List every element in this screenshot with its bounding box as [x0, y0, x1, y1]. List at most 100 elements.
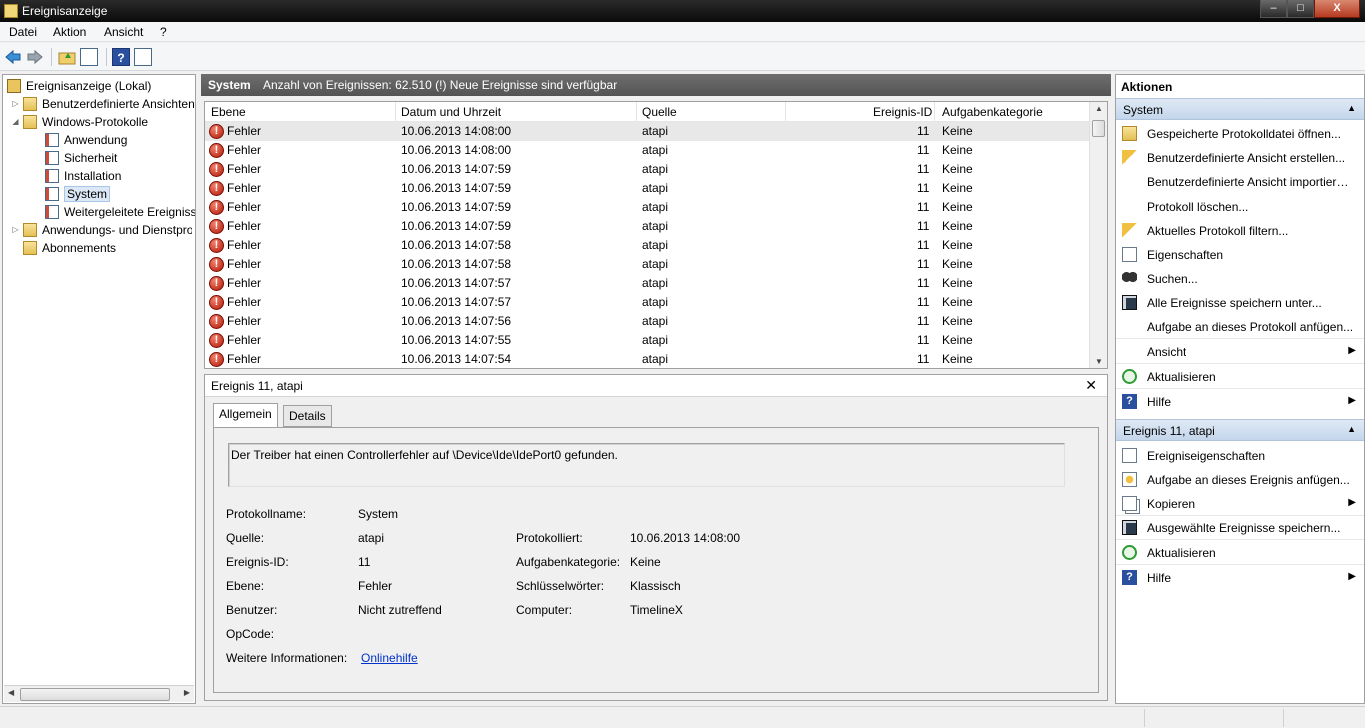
table-row[interactable]: ! Fehler 10.06.2013 14:07:56 atapi 11 Keine — [205, 312, 1089, 331]
menu-help[interactable]: ? — [160, 25, 167, 39]
action-import-custom-view[interactable]: Benutzerdefinierte Ansicht importieren..… — [1116, 170, 1364, 194]
action-properties[interactable]: Eigenschaften — [1116, 243, 1364, 267]
cell-date: 10.06.2013 14:07:59 — [401, 162, 512, 176]
tree-item-windows-logs[interactable]: ◢ Windows-Protokolle — [11, 113, 148, 130]
properties-icon — [1122, 247, 1137, 262]
folder-icon — [23, 96, 37, 111]
scroll-left-arrow-icon[interactable]: ◀ — [8, 688, 14, 697]
table-row[interactable]: ! Fehler 10.06.2013 14:07:57 atapi 11 Keine — [205, 293, 1089, 312]
scrollbar-thumb[interactable] — [1092, 120, 1105, 137]
action-label: Hilfe — [1147, 571, 1172, 585]
cell-source: atapi — [642, 219, 669, 233]
minimize-button[interactable]: – — [1260, 0, 1287, 18]
column-source[interactable]: Quelle — [642, 105, 677, 119]
toolbar-separator — [106, 48, 107, 66]
action-copy[interactable]: Kopieren ▶ — [1116, 492, 1364, 516]
event-list-vertical-scrollbar[interactable]: ▲ ▼ — [1089, 102, 1107, 368]
label-source: Quelle: — [226, 531, 265, 545]
scrollbar-thumb[interactable] — [20, 688, 170, 701]
cell-task-category: Keine — [942, 238, 973, 252]
cell-event-id: 11 — [917, 219, 930, 233]
table-row[interactable]: ! Fehler 10.06.2013 14:08:00 atapi 11 Keine — [205, 122, 1089, 141]
column-event-id[interactable]: Ereignis-ID — [873, 105, 932, 119]
action-open-saved-log[interactable]: Gespeicherte Protokolldatei öffnen... — [1116, 122, 1364, 146]
tree-label-selected: System — [64, 185, 111, 202]
action-filter-current-log[interactable]: Aktuelles Protokoll filtern... — [1116, 219, 1364, 243]
action-label: Hilfe — [1147, 395, 1172, 409]
tree-horizontal-scrollbar[interactable]: ◀ ▶ — [4, 685, 194, 702]
collapse-arrow-icon[interactable]: ◢ — [11, 117, 20, 126]
action-refresh[interactable]: Aktualisieren — [1116, 365, 1364, 389]
column-date[interactable]: Datum und Uhrzeit — [401, 105, 501, 119]
tree-item-application[interactable]: Anwendung — [45, 131, 127, 148]
action-help[interactable]: ? Hilfe ▶ — [1116, 566, 1364, 590]
action-attach-task-to-event[interactable]: Aufgabe an dieses Ereignis anfügen... — [1116, 468, 1364, 492]
forward-arrow-icon[interactable] — [26, 48, 44, 66]
action-save-all-events[interactable]: Alle Ereignisse speichern unter... — [1116, 291, 1364, 315]
table-row[interactable]: ! Fehler 10.06.2013 14:07:54 atapi 11 Keine — [205, 350, 1089, 368]
action-view[interactable]: Ansicht ▶ — [1116, 340, 1364, 364]
table-row[interactable]: ! Fehler 10.06.2013 14:07:59 atapi 11 Keine — [205, 160, 1089, 179]
help-icon[interactable]: ? — [112, 48, 130, 66]
online-help-link[interactable]: Onlinehilfe — [361, 651, 418, 665]
tree-item-setup[interactable]: Installation — [45, 167, 121, 184]
table-row[interactable]: ! Fehler 10.06.2013 14:08:00 atapi 11 Keine — [205, 141, 1089, 160]
table-row[interactable]: ! Fehler 10.06.2013 14:07:58 atapi 11 Keine — [205, 236, 1089, 255]
cell-date: 10.06.2013 14:07:54 — [401, 352, 512, 366]
event-message-box[interactable]: Der Treiber hat einen Controllerfehler a… — [228, 443, 1065, 487]
tree-item-root[interactable]: Ereignisanzeige (Lokal) — [7, 77, 151, 94]
action-attach-task-to-log[interactable]: Aufgabe an dieses Protokoll anfügen... — [1116, 315, 1364, 339]
menu-file[interactable]: Datei — [9, 25, 37, 39]
expand-arrow-icon[interactable]: ▷ — [11, 225, 20, 234]
navigation-tree[interactable]: Ereignisanzeige (Lokal) ▷ Benutzerdefini… — [2, 74, 196, 704]
submenu-arrow-icon: ▶ — [1348, 345, 1356, 356]
collapse-section-icon[interactable]: ▲ — [1347, 103, 1356, 113]
back-arrow-icon[interactable] — [4, 48, 22, 66]
maximize-button[interactable]: □ — [1287, 0, 1314, 18]
table-row[interactable]: ! Fehler 10.06.2013 14:07:59 atapi 11 Keine — [205, 179, 1089, 198]
section-event[interactable]: Ereignis 11, atapi ▲ — [1116, 419, 1364, 441]
table-row[interactable]: ! Fehler 10.06.2013 14:07:58 atapi 11 Keine — [205, 255, 1089, 274]
folder-up-icon[interactable] — [58, 48, 76, 66]
collapse-section-icon[interactable]: ▲ — [1347, 424, 1356, 434]
tree-item-custom-views[interactable]: ▷ Benutzerdefinierte Ansichten — [11, 95, 195, 112]
tab-details[interactable]: Details — [283, 405, 332, 427]
action-clear-log[interactable]: Protokoll löschen... — [1116, 195, 1364, 219]
tree-item-subscriptions[interactable]: Abonnements — [23, 239, 116, 256]
table-row[interactable]: ! Fehler 10.06.2013 14:07:59 atapi 11 Keine — [205, 217, 1089, 236]
action-create-custom-view[interactable]: Benutzerdefinierte Ansicht erstellen... — [1116, 146, 1364, 170]
label-more-info: Weitere Informationen: — [226, 651, 348, 665]
close-details-icon[interactable]: ✕ — [1085, 377, 1097, 394]
show-action-pane-icon[interactable] — [134, 48, 152, 66]
table-row[interactable]: ! Fehler 10.06.2013 14:07:57 atapi 11 Keine — [205, 274, 1089, 293]
event-list[interactable]: Ebene Datum und Uhrzeit Quelle Ereignis-… — [204, 101, 1108, 369]
scroll-up-arrow-icon[interactable]: ▲ — [1095, 104, 1103, 113]
tree-item-forwarded[interactable]: Weitergeleitete Ereignisse — [45, 203, 195, 220]
expand-arrow-icon[interactable]: ▷ — [11, 99, 20, 108]
tree-item-system[interactable]: System — [45, 185, 111, 202]
scroll-down-arrow-icon[interactable]: ▼ — [1095, 357, 1103, 366]
cell-level: Fehler — [227, 238, 262, 252]
tree-item-security[interactable]: Sicherheit — [45, 149, 117, 166]
scroll-right-arrow-icon[interactable]: ▶ — [184, 688, 190, 697]
action-save-selected-events[interactable]: Ausgewählte Ereignisse speichern... — [1116, 516, 1364, 540]
menu-view[interactable]: Ansicht — [104, 25, 143, 39]
table-row[interactable]: ! Fehler 10.06.2013 14:07:59 atapi 11 Keine — [205, 198, 1089, 217]
submenu-arrow-icon: ▶ — [1348, 571, 1356, 582]
close-button[interactable]: X — [1314, 0, 1360, 18]
table-row[interactable]: ! Fehler 10.06.2013 14:07:55 atapi 11 Keine — [205, 331, 1089, 350]
cell-date: 10.06.2013 14:08:00 — [401, 143, 512, 157]
column-level[interactable]: Ebene — [211, 105, 246, 119]
toolbar-separator — [51, 48, 52, 66]
action-find[interactable]: Suchen... — [1116, 267, 1364, 291]
section-system[interactable]: System ▲ — [1116, 98, 1364, 120]
action-help[interactable]: ? Hilfe ▶ — [1116, 390, 1364, 414]
tab-general[interactable]: Allgemein — [213, 403, 278, 427]
tree-item-app-services[interactable]: ▷ Anwendungs- und Dienstprotokolle — [11, 221, 192, 238]
menu-action[interactable]: Aktion — [53, 25, 86, 39]
column-task-category[interactable]: Aufgabenkategorie — [942, 105, 1043, 119]
action-refresh[interactable]: Aktualisieren — [1116, 541, 1364, 565]
action-event-properties[interactable]: Ereigniseigenschaften — [1116, 444, 1364, 468]
cell-source: atapi — [642, 276, 669, 290]
show-tree-icon[interactable] — [80, 48, 98, 66]
